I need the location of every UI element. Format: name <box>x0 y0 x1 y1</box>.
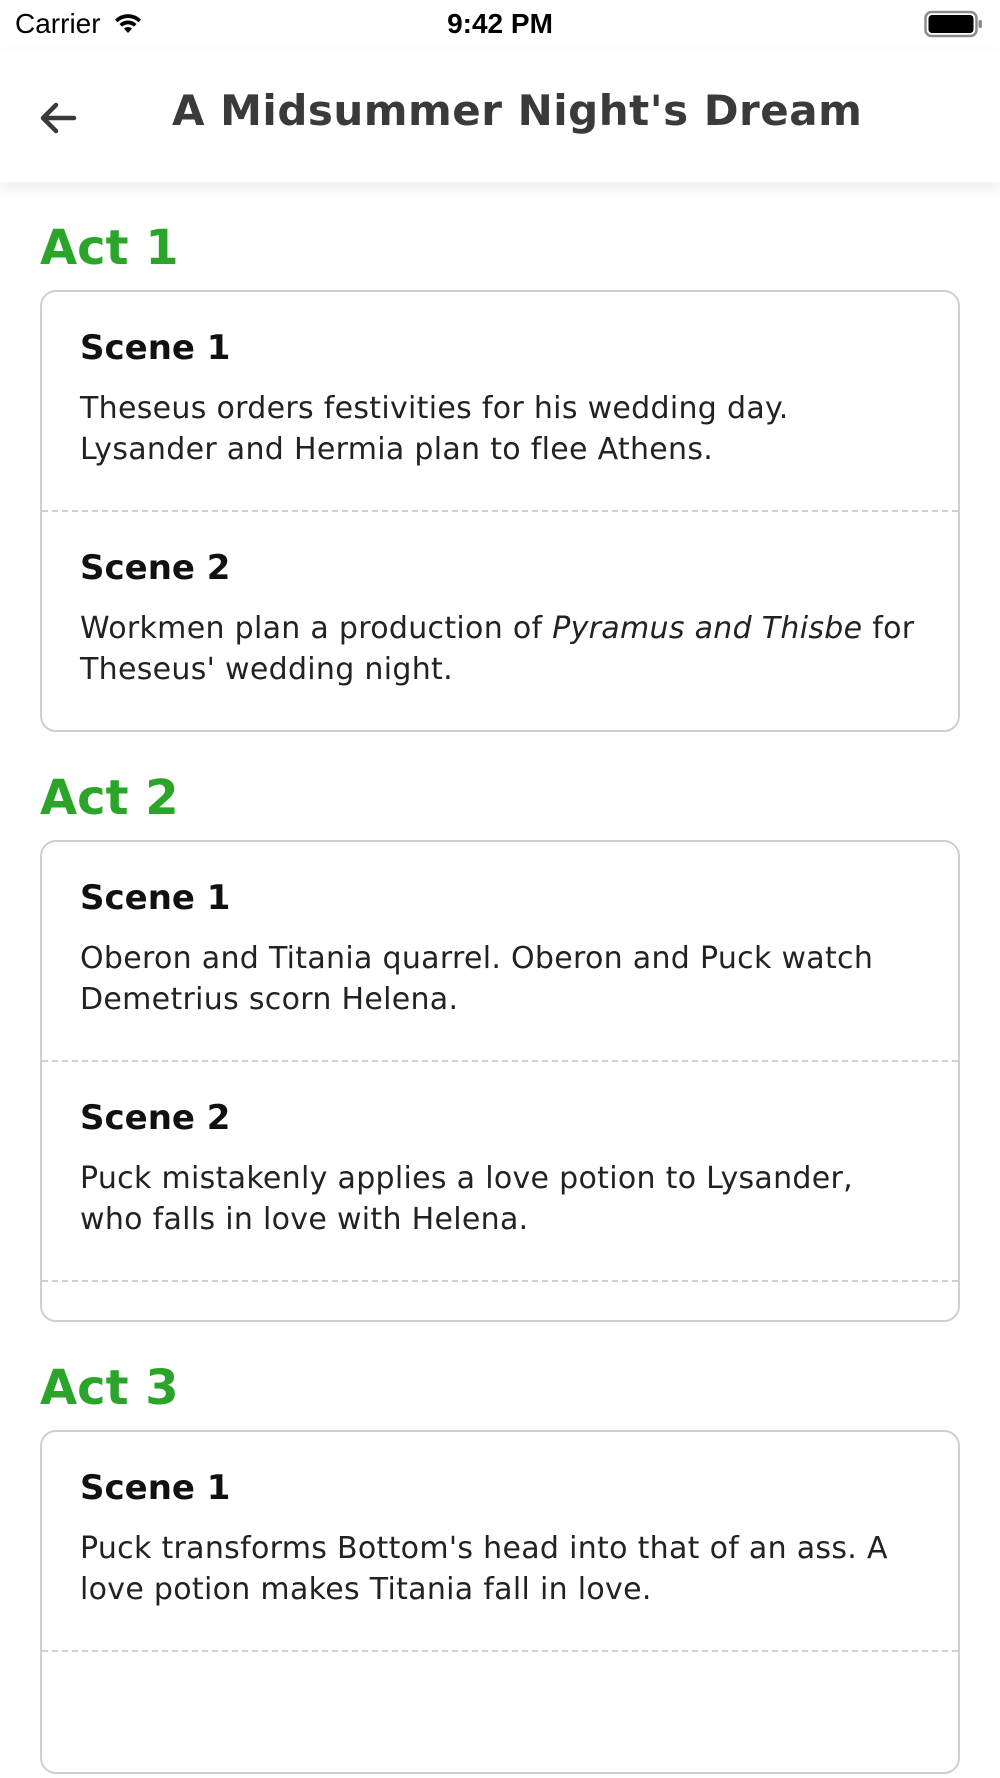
scene-title: Scene 1 <box>80 1468 231 1508</box>
act-1: Act 1 Scene 1 Theseus orders festivities… <box>40 182 960 732</box>
scene-title: Scene 2 <box>80 548 231 588</box>
navigation-bar: A Midsummer Night's Dream <box>0 50 1000 182</box>
scene-row[interactable]: Scene 1 Theseus orders festivities for h… <box>42 292 958 512</box>
empty-scene-row <box>42 1282 958 1320</box>
status-bar: Carrier 9:42 PM <box>0 0 1000 50</box>
act-title: Act 1 <box>40 220 179 276</box>
scene-card: Scene 1 Puck transforms Bottom's head in… <box>40 1430 960 1774</box>
status-time: 9:42 PM <box>447 8 553 39</box>
scene-title: Scene 2 <box>80 1098 231 1138</box>
scene-description: Oberon and Titania quarrel. Oberon and P… <box>80 941 874 1017</box>
battery-icon <box>924 10 982 38</box>
scene-description: Puck mistakenly applies a love potion to… <box>80 1161 853 1237</box>
play-title-italic: Pyramus and Thisbe <box>552 611 863 646</box>
scene-row[interactable]: Scene 1 Oberon and Titania quarrel. Ober… <box>42 842 958 1062</box>
scene-description: Theseus orders festivities for his weddi… <box>80 391 789 467</box>
scene-card: Scene 1 Oberon and Titania quarrel. Ober… <box>40 840 960 1322</box>
back-button[interactable] <box>26 86 90 150</box>
scene-row[interactable]: Scene 2 Workmen plan a production of Pyr… <box>42 512 958 730</box>
act-title: Act 2 <box>40 770 179 826</box>
act-2: Act 2 Scene 1 Oberon and Titania quarrel… <box>40 732 960 1322</box>
act-3: Act 3 Scene 1 Puck transforms Bottom's h… <box>40 1322 960 1774</box>
scene-list[interactable]: Act 1 Scene 1 Theseus orders festivities… <box>0 182 1000 1778</box>
arrow-left-icon <box>40 102 77 134</box>
scene-description: Workmen plan a production of Pyramus and… <box>80 608 920 690</box>
scene-card: Scene 1 Theseus orders festivities for h… <box>40 290 960 732</box>
scene-row[interactable]: Scene 2 Puck mistakenly applies a love p… <box>42 1062 958 1282</box>
page-title: A Midsummer Night's Dream <box>172 86 863 135</box>
scene-description: Puck transforms Bottom's head into that … <box>80 1531 888 1607</box>
scene-title: Scene 1 <box>80 878 231 918</box>
scene-row[interactable]: Scene 1 Puck transforms Bottom's head in… <box>42 1432 958 1652</box>
scene-description-text: Workmen plan a production of <box>80 611 553 646</box>
empty-scene-row <box>42 1652 958 1772</box>
scene-title: Scene 1 <box>80 328 231 368</box>
act-title: Act 3 <box>40 1360 179 1416</box>
